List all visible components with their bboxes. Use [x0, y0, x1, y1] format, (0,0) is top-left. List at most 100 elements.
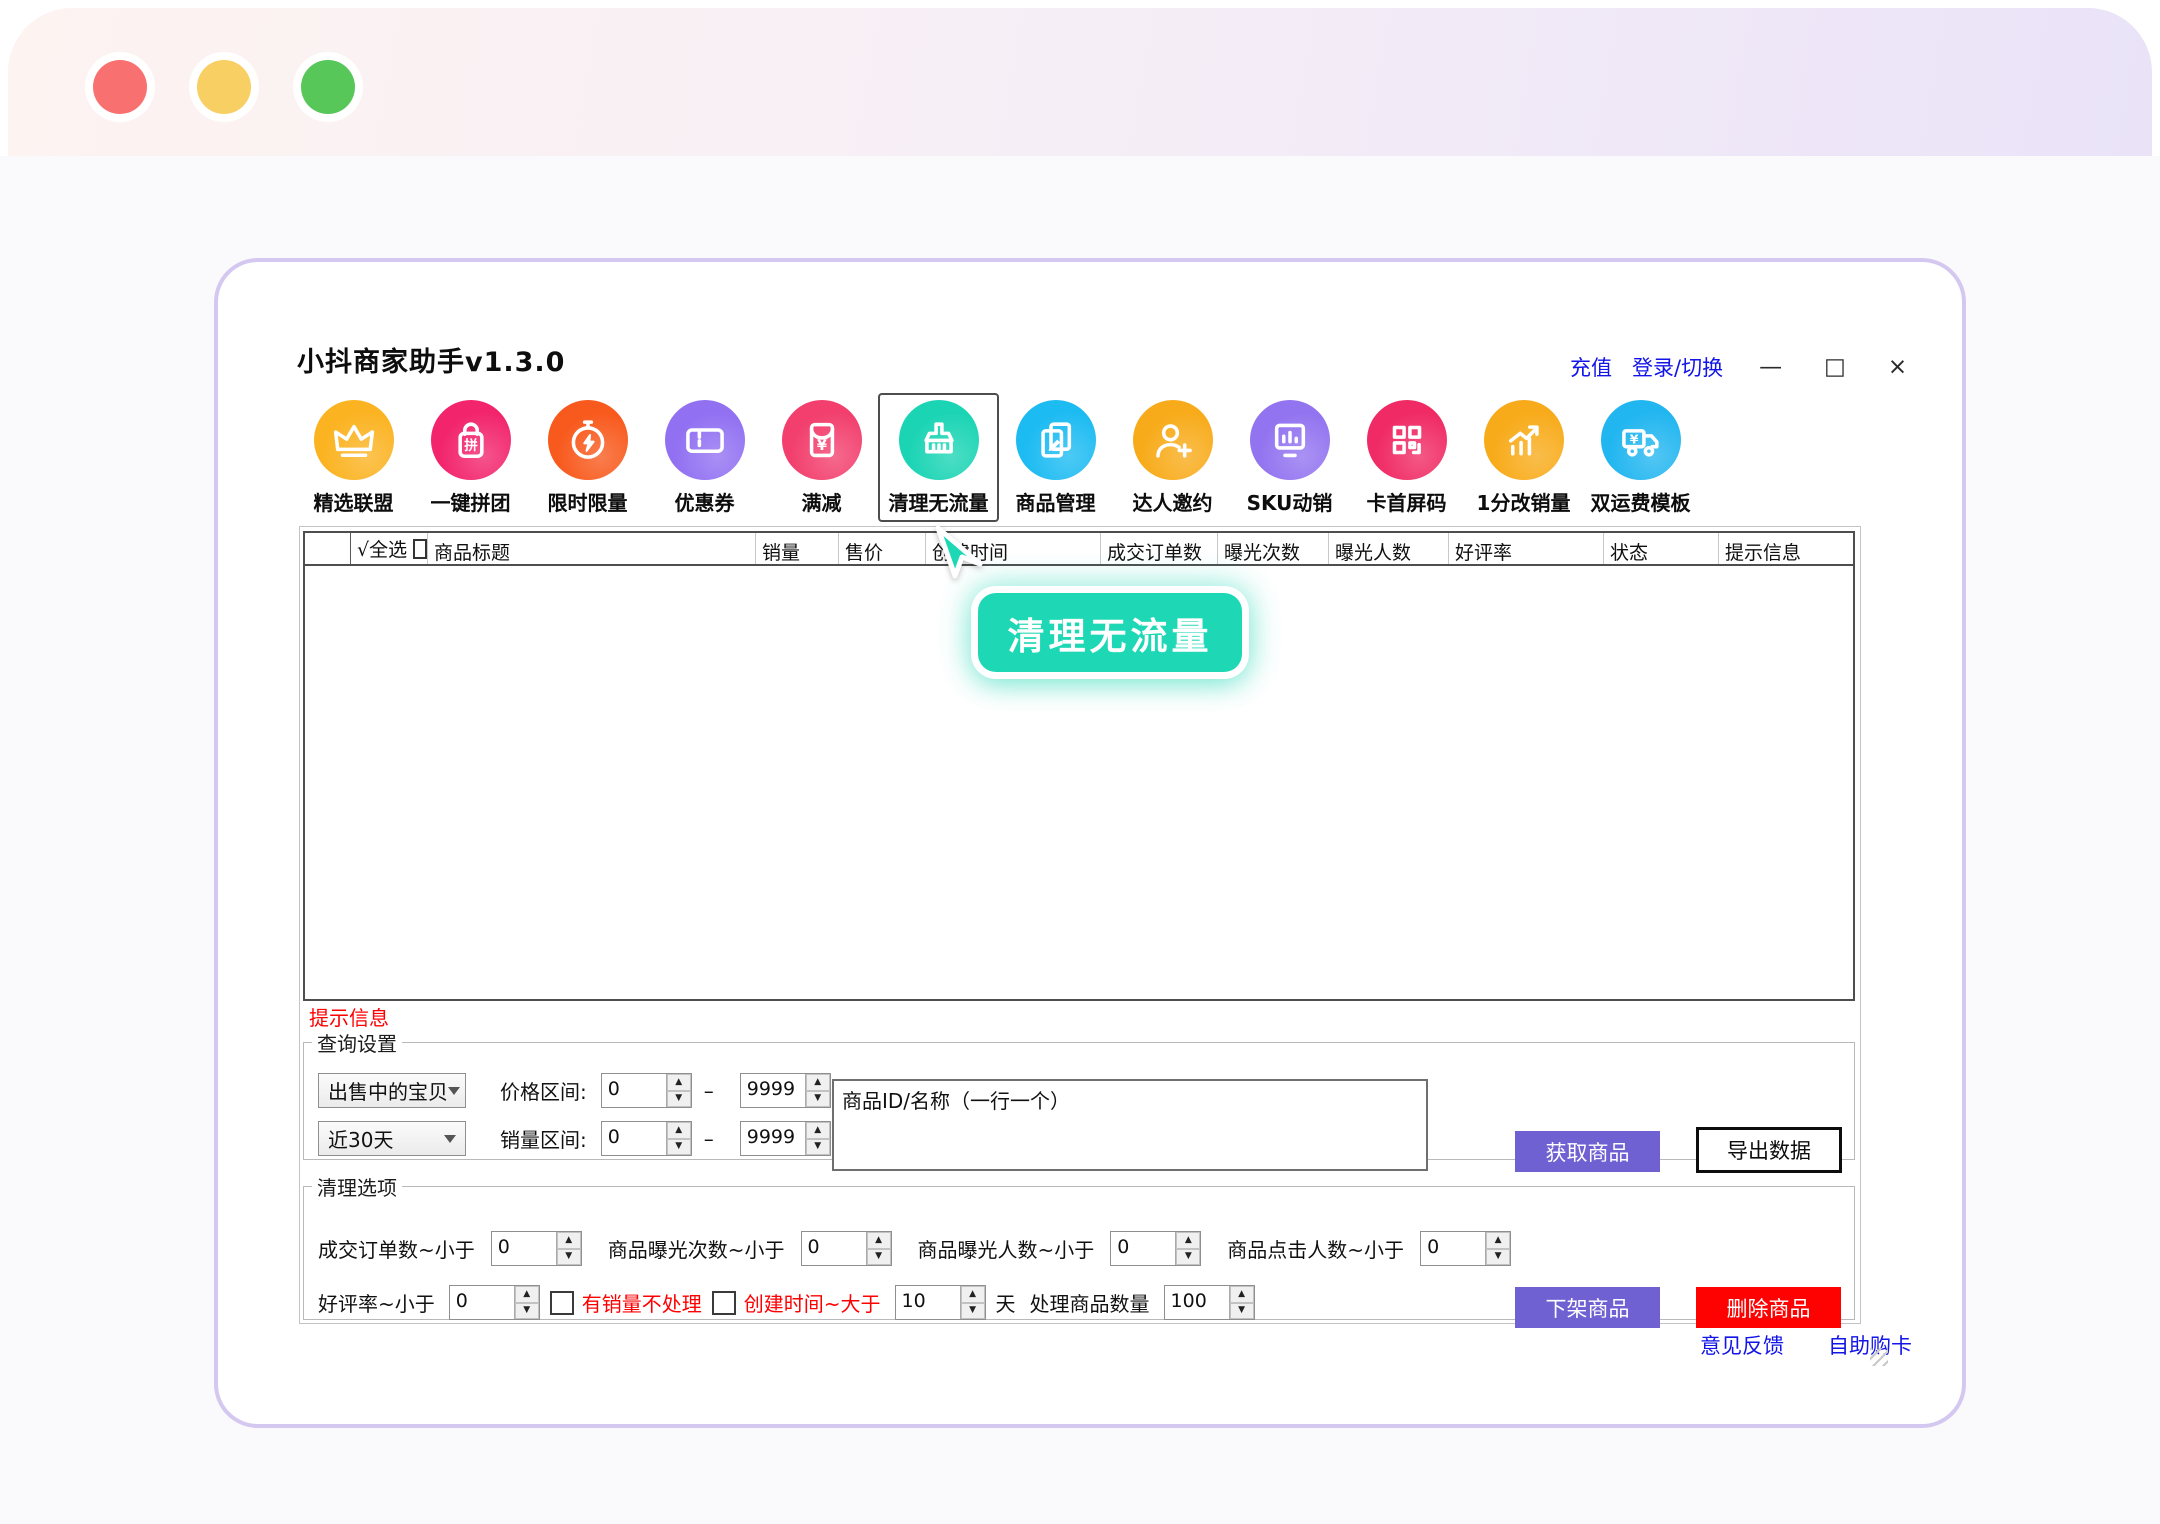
feedback-link[interactable]: 意见反馈: [1700, 1330, 1784, 1360]
no-sales-checkbox[interactable]: [550, 1291, 574, 1315]
created-days-stepper[interactable]: 10 ▲▼: [895, 1285, 986, 1320]
recharge-link[interactable]: 充值: [1570, 352, 1612, 382]
toolbar-item-change-sales[interactable]: 1分改销量: [1465, 400, 1582, 516]
spin-down-icon[interactable]: ▼: [1230, 1303, 1254, 1320]
table-header-positive-rate[interactable]: 好评率: [1449, 533, 1604, 564]
toolbar-item-label: SKU动销: [1247, 487, 1333, 516]
orders-less-than-stepper[interactable]: 0 ▲▼: [491, 1231, 582, 1266]
minimize-button[interactable]: —: [1759, 356, 1782, 379]
toolbar-item-label: 清理无流量: [889, 487, 989, 516]
close-traffic-dot[interactable]: [93, 60, 147, 114]
truck-icon: ¥: [1616, 415, 1666, 465]
table-header-impressions[interactable]: 曝光次数: [1218, 533, 1329, 564]
rate-less-than-label: 好评率~小于: [318, 1288, 435, 1317]
time-range-dropdown[interactable]: 近30天: [318, 1121, 466, 1156]
spin-down-icon[interactable]: ▼: [1176, 1249, 1200, 1266]
spin-down-icon[interactable]: ▼: [1486, 1249, 1510, 1266]
impressions-less-than-stepper[interactable]: 0 ▲▼: [801, 1231, 892, 1266]
status-dropdown[interactable]: 出售中的宝贝: [318, 1073, 466, 1108]
spin-up-icon[interactable]: ▲: [1486, 1232, 1510, 1249]
app-title: 小抖商家助手v1.3.0: [297, 340, 565, 379]
rate-less-than-stepper[interactable]: 0 ▲▼: [449, 1285, 540, 1320]
spin-down-icon[interactable]: ▼: [557, 1249, 581, 1266]
toolbar-item-shipping-template[interactable]: ¥ 双运费模板: [1582, 400, 1699, 516]
toolbar-item-product-manage[interactable]: 商品管理: [997, 400, 1114, 516]
table-header-select-all[interactable]: √全选: [351, 533, 428, 564]
toolbar-item-featured-alliance[interactable]: 精选联盟: [295, 400, 412, 516]
spin-down-icon[interactable]: ▼: [867, 1249, 891, 1266]
toolbar-item-card-qr[interactable]: 卡首屏码: [1348, 400, 1465, 516]
minimize-traffic-dot[interactable]: [197, 60, 251, 114]
feature-toolbar: 精选联盟 拼 一键拼团 限时限量: [295, 400, 1699, 516]
export-data-button[interactable]: 导出数据: [1696, 1127, 1842, 1173]
spin-up-icon[interactable]: ▲: [1176, 1232, 1200, 1249]
clean-options-legend: 清理选项: [312, 1172, 402, 1201]
sales-min-stepper[interactable]: 0 ▲▼: [601, 1121, 692, 1156]
spin-up-icon[interactable]: ▲: [667, 1074, 691, 1091]
created-time-checkbox-label: 创建时间~大于: [744, 1288, 881, 1317]
toolbar-item-group-buy[interactable]: 拼 一键拼团: [412, 400, 529, 516]
table-header-blank: [305, 533, 351, 564]
spin-up-icon[interactable]: ▲: [867, 1232, 891, 1249]
clicks-less-than-stepper[interactable]: 0 ▲▼: [1420, 1231, 1511, 1266]
impression-users-less-than-stepper[interactable]: 0 ▲▼: [1110, 1231, 1201, 1266]
spin-up-icon[interactable]: ▲: [557, 1232, 581, 1249]
table-header-row: √全选 商品标题 销量 售价 创建时间 成交订单数 曝光次数 曝光人数 好评率 …: [305, 533, 1853, 566]
delete-products-button[interactable]: 删除商品: [1696, 1287, 1841, 1328]
toolbar-item-label: 满减: [802, 487, 842, 516]
toolbar-item-label: 精选联盟: [314, 487, 394, 516]
toolbar-item-clean-no-traffic[interactable]: 清理无流量: [880, 400, 997, 516]
price-max-stepper[interactable]: 9999 ▲▼: [740, 1073, 831, 1108]
toolbar-item-influencer-invite[interactable]: 达人邀约: [1114, 400, 1231, 516]
toolbar-item-full-discount[interactable]: ¥ 满减: [763, 400, 880, 516]
table-header-hint[interactable]: 提示信息: [1719, 533, 1853, 564]
toolbar-item-sku-sales[interactable]: SKU动销: [1231, 400, 1348, 516]
login-switch-link[interactable]: 登录/切换: [1632, 352, 1723, 382]
red-envelope-icon: ¥: [797, 415, 847, 465]
spin-up-icon[interactable]: ▲: [806, 1074, 830, 1091]
spin-up-icon[interactable]: ▲: [1230, 1286, 1254, 1303]
chevron-down-icon: [448, 1087, 460, 1101]
toolbar-item-label: 商品管理: [1016, 487, 1096, 516]
maximize-button[interactable]: □: [1824, 356, 1846, 379]
process-qty-stepper[interactable]: 100 ▲▼: [1164, 1285, 1255, 1320]
maximize-traffic-dot[interactable]: [301, 60, 355, 114]
created-time-checkbox[interactable]: [712, 1291, 736, 1315]
svg-text:拼: 拼: [464, 437, 478, 454]
impressions-less-than-label: 商品曝光次数~小于: [608, 1234, 785, 1263]
spin-down-icon[interactable]: ▼: [515, 1303, 539, 1320]
off-shelf-button[interactable]: 下架商品: [1515, 1287, 1660, 1328]
price-range-label: 价格区间:: [500, 1076, 587, 1105]
spin-up-icon[interactable]: ▲: [667, 1122, 691, 1139]
close-button[interactable]: ×: [1888, 356, 1907, 379]
spin-down-icon[interactable]: ▼: [806, 1139, 830, 1156]
traffic-lights: [93, 60, 355, 114]
table-header-sales[interactable]: 销量: [756, 533, 839, 564]
select-all-checkbox[interactable]: [413, 539, 427, 559]
table-header-status[interactable]: 状态: [1604, 533, 1719, 564]
price-min-stepper[interactable]: 0 ▲▼: [601, 1073, 692, 1108]
spin-down-icon[interactable]: ▼: [667, 1139, 691, 1156]
table-header-product-title[interactable]: 商品标题: [428, 533, 756, 564]
toolbar-item-label: 一键拼团: [431, 487, 511, 516]
toolbar-item-label: 双运费模板: [1591, 487, 1691, 516]
sales-max-stepper[interactable]: 9999 ▲▼: [740, 1121, 831, 1156]
toolbar-item-coupon[interactable]: 优惠券: [646, 400, 763, 516]
spin-up-icon[interactable]: ▲: [806, 1122, 830, 1139]
mouse-cursor-icon: [932, 524, 994, 590]
impression-users-less-than-label: 商品曝光人数~小于: [918, 1234, 1095, 1263]
spin-up-icon[interactable]: ▲: [515, 1286, 539, 1303]
spin-down-icon[interactable]: ▼: [806, 1091, 830, 1108]
spin-down-icon[interactable]: ▼: [961, 1303, 985, 1320]
spin-up-icon[interactable]: ▲: [961, 1286, 985, 1303]
toolbar-item-flash-limit[interactable]: 限时限量: [529, 400, 646, 516]
toolbar-item-label: 达人邀约: [1133, 487, 1213, 516]
fetch-products-button[interactable]: 获取商品: [1515, 1131, 1660, 1172]
spin-down-icon[interactable]: ▼: [667, 1091, 691, 1108]
table-header-price[interactable]: 售价: [839, 533, 926, 564]
table-header-orders[interactable]: 成交订单数: [1101, 533, 1218, 564]
svg-text:¥: ¥: [1629, 431, 1638, 446]
product-id-textarea[interactable]: [832, 1079, 1428, 1171]
resize-grip[interactable]: [1870, 1348, 1888, 1366]
table-header-impression-users[interactable]: 曝光人数: [1329, 533, 1449, 564]
